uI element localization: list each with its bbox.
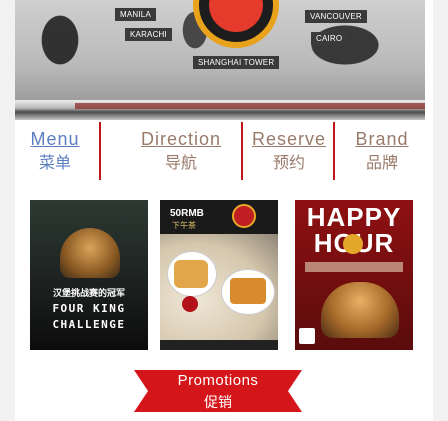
promotions-label-zh: 促销 xyxy=(204,395,232,411)
nav-item-label-zh: 导航 xyxy=(164,153,197,172)
waffle-image xyxy=(230,278,266,304)
burger-image xyxy=(321,282,399,338)
nav-item-brand[interactable]: Brand 品牌 xyxy=(345,128,419,176)
promotions-label-en: Promotions xyxy=(177,372,259,389)
nav-divider xyxy=(241,122,243,180)
promo-title-line: CHALLENGE xyxy=(52,318,126,331)
nav-item-label-en: Direction xyxy=(140,129,222,149)
promo-price: 50RMB xyxy=(170,208,204,219)
city-tag: KARACHI xyxy=(125,28,172,41)
nav-item-label-zh: 菜单 xyxy=(38,153,71,172)
nav-item-label-en: Reserve xyxy=(251,129,327,149)
brand-logo-icon xyxy=(343,234,363,254)
promo-afternoon-tea[interactable]: 50RMB 下午茶 xyxy=(160,200,278,350)
nav-divider xyxy=(99,122,101,180)
promo-subtitle: 下午茶 xyxy=(172,221,196,230)
city-tag: MANILA xyxy=(115,8,156,21)
promo-happy-hour[interactable]: HAPPY HOUR xyxy=(295,200,413,350)
fries-image xyxy=(174,260,208,288)
nav-item-label-zh: 品牌 xyxy=(365,153,398,172)
promo-title-line: HAPPY xyxy=(306,202,402,232)
shelf-accent xyxy=(75,103,425,109)
promo-text-strip xyxy=(305,262,403,272)
nav-divider xyxy=(333,122,335,180)
nav-bar: Menu 菜单 Direction 导航 Reserve 预约 Brand 品牌 xyxy=(15,122,425,180)
nav-item-menu[interactable]: Menu 菜单 xyxy=(27,128,83,176)
city-tag: VANCOUVER xyxy=(305,10,367,23)
burger-image xyxy=(60,228,120,278)
brand-badge-icon xyxy=(232,204,256,228)
promo-footer xyxy=(160,340,278,350)
hero-banner: MANILA KARACHI SHANGHAI TOWER VANCOUVER … xyxy=(15,0,425,120)
nav-item-direction[interactable]: Direction 导航 xyxy=(131,128,231,176)
promo-cn-caption: 汉堡挑战赛的冠军 xyxy=(52,289,125,299)
nav-item-label-zh: 预约 xyxy=(272,153,305,172)
promo-title-line: FOUR KING xyxy=(52,302,126,315)
promo-four-king-challenge[interactable]: 汉堡挑战赛的冠军 FOUR KING CHALLENGE xyxy=(30,200,148,350)
nav-item-label-en: Brand xyxy=(355,129,409,149)
city-tag: CAIRO xyxy=(311,32,348,45)
city-tag: SHANGHAI TOWER xyxy=(193,56,280,69)
sauce-cup xyxy=(182,296,198,312)
nav-item-label-en: Menu xyxy=(30,129,80,149)
nav-item-reserve[interactable]: Reserve 预约 xyxy=(249,128,329,176)
promotions-button[interactable]: Promotions 促销 xyxy=(134,370,302,412)
corner-icon xyxy=(299,328,315,344)
